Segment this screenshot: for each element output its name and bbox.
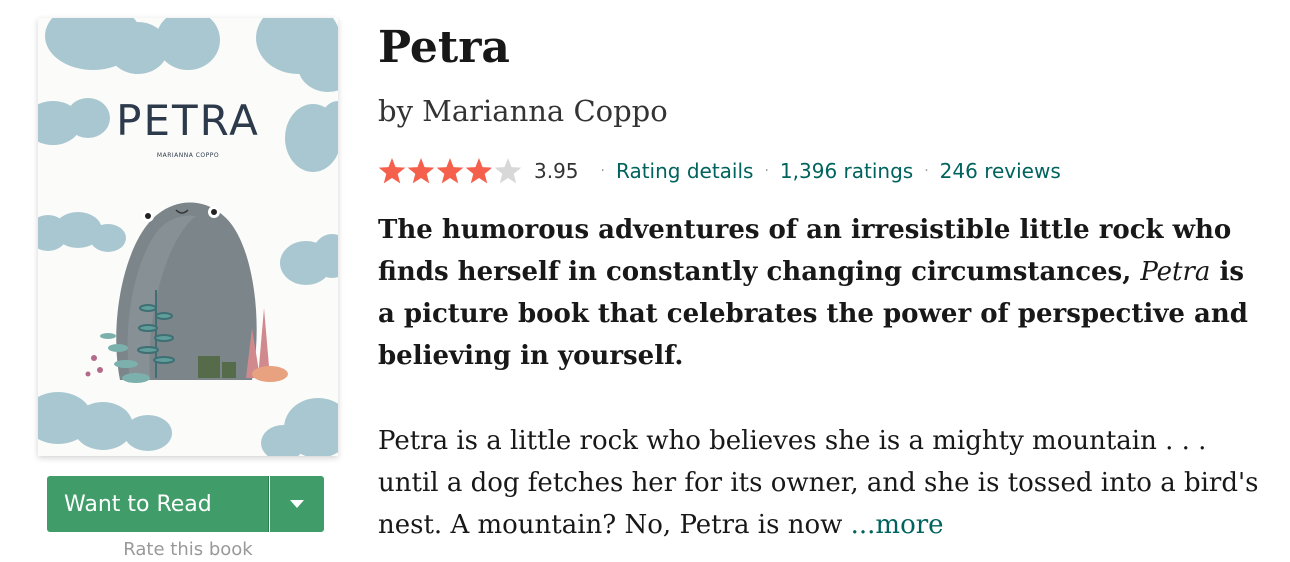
cover-illustration — [38, 18, 338, 456]
description-summary-italic: Petra — [1140, 257, 1211, 287]
cover-title: PETRA — [116, 96, 260, 145]
by-label: by — [378, 94, 413, 128]
description-summary-part1: The humorous adventures of an irresistib… — [378, 215, 1232, 287]
description-summary: The humorous adventures of an irresistib… — [378, 209, 1268, 377]
rate-this-book-label[interactable]: Rate this book — [38, 539, 338, 560]
chevron-down-icon — [290, 500, 305, 508]
book-title: Petra — [378, 22, 510, 73]
rating-row: 3.95 · Rating details · 1,396 ratings · … — [378, 156, 1061, 186]
description-body-text: Petra is a little rock who believes she … — [378, 426, 1259, 540]
author-link[interactable]: Marianna Coppo — [422, 94, 668, 128]
average-rating: 3.95 — [534, 159, 579, 183]
more-link[interactable]: ...more — [851, 510, 944, 540]
rating-details-link[interactable]: Rating details — [616, 159, 753, 183]
star-icon — [494, 158, 522, 184]
author-line: by Marianna Coppo — [378, 94, 668, 128]
separator-dot: · — [600, 163, 605, 179]
cover-author: MARIANNA COPPO — [156, 152, 220, 159]
separator-dot: · — [764, 163, 769, 179]
book-cover-image[interactable]: PETRA MARIANNA COPPO — [38, 18, 338, 456]
button-divider — [268, 476, 270, 532]
description-body: Petra is a little rock who believes she … — [378, 420, 1268, 546]
star-icon — [407, 158, 435, 184]
separator-dot: · — [924, 163, 929, 179]
star-icon — [378, 158, 406, 184]
star-icon — [465, 158, 493, 184]
reviews-count-link[interactable]: 246 reviews — [940, 159, 1061, 183]
want-to-read-button-group: Want to Read — [47, 476, 325, 532]
star-icon — [436, 158, 464, 184]
star-rating — [378, 157, 524, 185]
shelf-dropdown-button[interactable] — [270, 476, 325, 532]
want-to-read-button[interactable]: Want to Read — [47, 476, 269, 532]
star-icons — [378, 158, 522, 184]
ratings-count-link[interactable]: 1,396 ratings — [780, 159, 913, 183]
